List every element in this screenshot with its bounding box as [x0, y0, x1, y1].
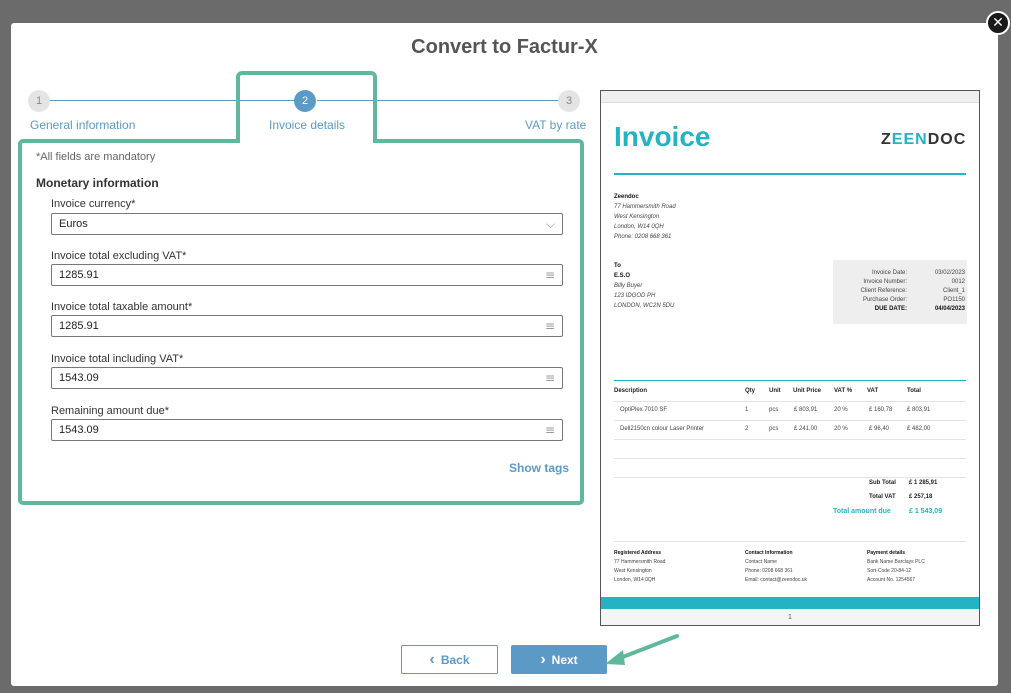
zeendoc-logo: ZEENDOC	[881, 131, 967, 148]
seller-block: Zeendoc 77 Hammersmith Road West Kensing…	[614, 194, 676, 240]
th-total: Total	[907, 388, 921, 394]
next-button[interactable]: › Next	[511, 645, 607, 674]
remaining-due-value: 1543.09	[59, 424, 99, 436]
total-due-label: Total amount due	[833, 508, 891, 515]
table-row-line	[614, 420, 966, 421]
th-unit-price: Unit Price	[793, 388, 822, 394]
preview-page-number: 1	[601, 609, 979, 625]
table-row-line	[614, 401, 966, 402]
table-cell: 2	[745, 426, 749, 432]
step-1-circle[interactable]: 1	[28, 90, 50, 112]
table-cell: 20 %	[834, 426, 848, 432]
th-unit: Unit	[769, 388, 781, 394]
table-cell: Dell2150cn colour Laser Printer	[620, 426, 705, 432]
table-row-line	[614, 458, 966, 459]
total-excl-vat-label: Invoice total excluding VAT*	[51, 250, 187, 262]
total-excl-vat-input[interactable]: 1285.91 ≡	[51, 264, 563, 286]
th-description: Description	[614, 388, 648, 394]
mandatory-note: *All fields are mandatory	[36, 151, 156, 163]
invoice-currency-label: Invoice currency*	[51, 198, 136, 210]
total-due-value: £ 1 543,09	[909, 508, 943, 515]
preview-toolbar	[601, 91, 979, 103]
menu-lines-icon[interactable]: ≡	[545, 368, 555, 388]
back-button[interactable]: ‹ Back	[401, 645, 498, 674]
chevron-right-icon: ›	[540, 651, 546, 668]
table-cell: 1	[745, 407, 749, 413]
total-taxable-value: 1285.91	[59, 320, 99, 332]
table-cell: £ 803,91	[907, 407, 931, 413]
total-incl-vat-label: Invoice total including VAT*	[51, 353, 184, 365]
preview-bottom-bar	[601, 597, 979, 609]
invoice-meta-box: Invoice Date: 03/02/2023 Invoice Number:…	[833, 260, 967, 324]
table-cell: £ 482,00	[907, 426, 931, 432]
remaining-due-label: Remaining amount due*	[51, 405, 170, 417]
total-incl-vat-value: 1543.09	[59, 372, 99, 384]
footer-divider	[614, 541, 966, 542]
invoice-preview[interactable]: Invoice ZEENDOC Zeendoc 77 Hammersmith R…	[600, 90, 980, 626]
step-1-label[interactable]: General information	[30, 118, 135, 132]
table-cell: £ 160,78	[869, 407, 893, 413]
table-row-line	[614, 439, 966, 440]
next-button-label: Next	[551, 653, 578, 667]
chevron-down-icon: ⌵	[545, 217, 555, 231]
total-incl-vat-input[interactable]: 1543.09 ≡	[51, 367, 563, 389]
table-row-line	[614, 477, 966, 478]
show-tags-link[interactable]: Show tags	[509, 461, 569, 475]
total-taxable-input[interactable]: 1285.91 ≡	[51, 315, 563, 337]
step-3-label[interactable]: VAT by rate	[525, 118, 586, 132]
close-icon[interactable]: ✕	[986, 11, 1010, 35]
total-vat-value: £ 257,18	[909, 494, 933, 500]
remaining-due-input[interactable]: 1543.09 ≡	[51, 419, 563, 441]
menu-lines-icon[interactable]: ≡	[545, 316, 555, 336]
footer-registered-address: Registered Address 77 Hammersmith Road W…	[614, 550, 666, 583]
invoice-title: Invoice	[614, 121, 711, 152]
section-title: Monetary information	[36, 176, 159, 190]
buyer-block: To E.S.O Billy Buyer 123 IDGOD PH LONDON…	[614, 263, 675, 309]
th-qty: Qty	[745, 388, 756, 394]
back-button-label: Back	[440, 653, 470, 667]
total-taxable-label: Invoice total taxable amount*	[51, 301, 193, 313]
menu-lines-icon[interactable]: ≡	[545, 265, 555, 285]
table-cell: £ 96,40	[869, 426, 890, 432]
invoice-currency-select[interactable]: Euros ⌵	[51, 213, 563, 235]
table-cell: pcs	[769, 407, 779, 413]
table-cell: £ 803,91	[794, 407, 818, 413]
table-cell: OptiPlex 7010 SF	[620, 407, 668, 413]
table-cell: £ 241,00	[794, 426, 818, 432]
annotation-arrow-icon	[605, 634, 679, 665]
sub-total-label: Sub Total	[869, 480, 896, 486]
step-3-circle[interactable]: 3	[558, 90, 580, 112]
th-vat: VAT	[867, 388, 879, 394]
total-vat-label: Total VAT	[869, 494, 896, 500]
sub-total-value: £ 1 285,91	[909, 480, 938, 486]
total-excl-vat-value: 1285.91	[59, 269, 99, 281]
table-cell: pcs	[769, 426, 779, 432]
th-vat-pct: VAT %	[834, 388, 853, 394]
chevron-left-icon: ‹	[429, 651, 435, 668]
footer-payment-details: Payment details Bank Name Barclays PLC S…	[867, 550, 925, 583]
dialog-title: Convert to Factur-X	[411, 36, 598, 58]
header-divider	[614, 173, 966, 175]
footer-contact-info: Contact Information Contact Name Phone: …	[745, 550, 808, 583]
menu-lines-icon[interactable]: ≡	[545, 420, 555, 440]
table-divider	[614, 380, 966, 381]
table-cell: 20 %	[834, 407, 848, 413]
convert-dialog: Convert to Factur-X 1 2 3 General inform…	[11, 23, 998, 686]
highlight-tab-frame	[236, 71, 377, 143]
invoice-currency-value: Euros	[59, 218, 88, 230]
